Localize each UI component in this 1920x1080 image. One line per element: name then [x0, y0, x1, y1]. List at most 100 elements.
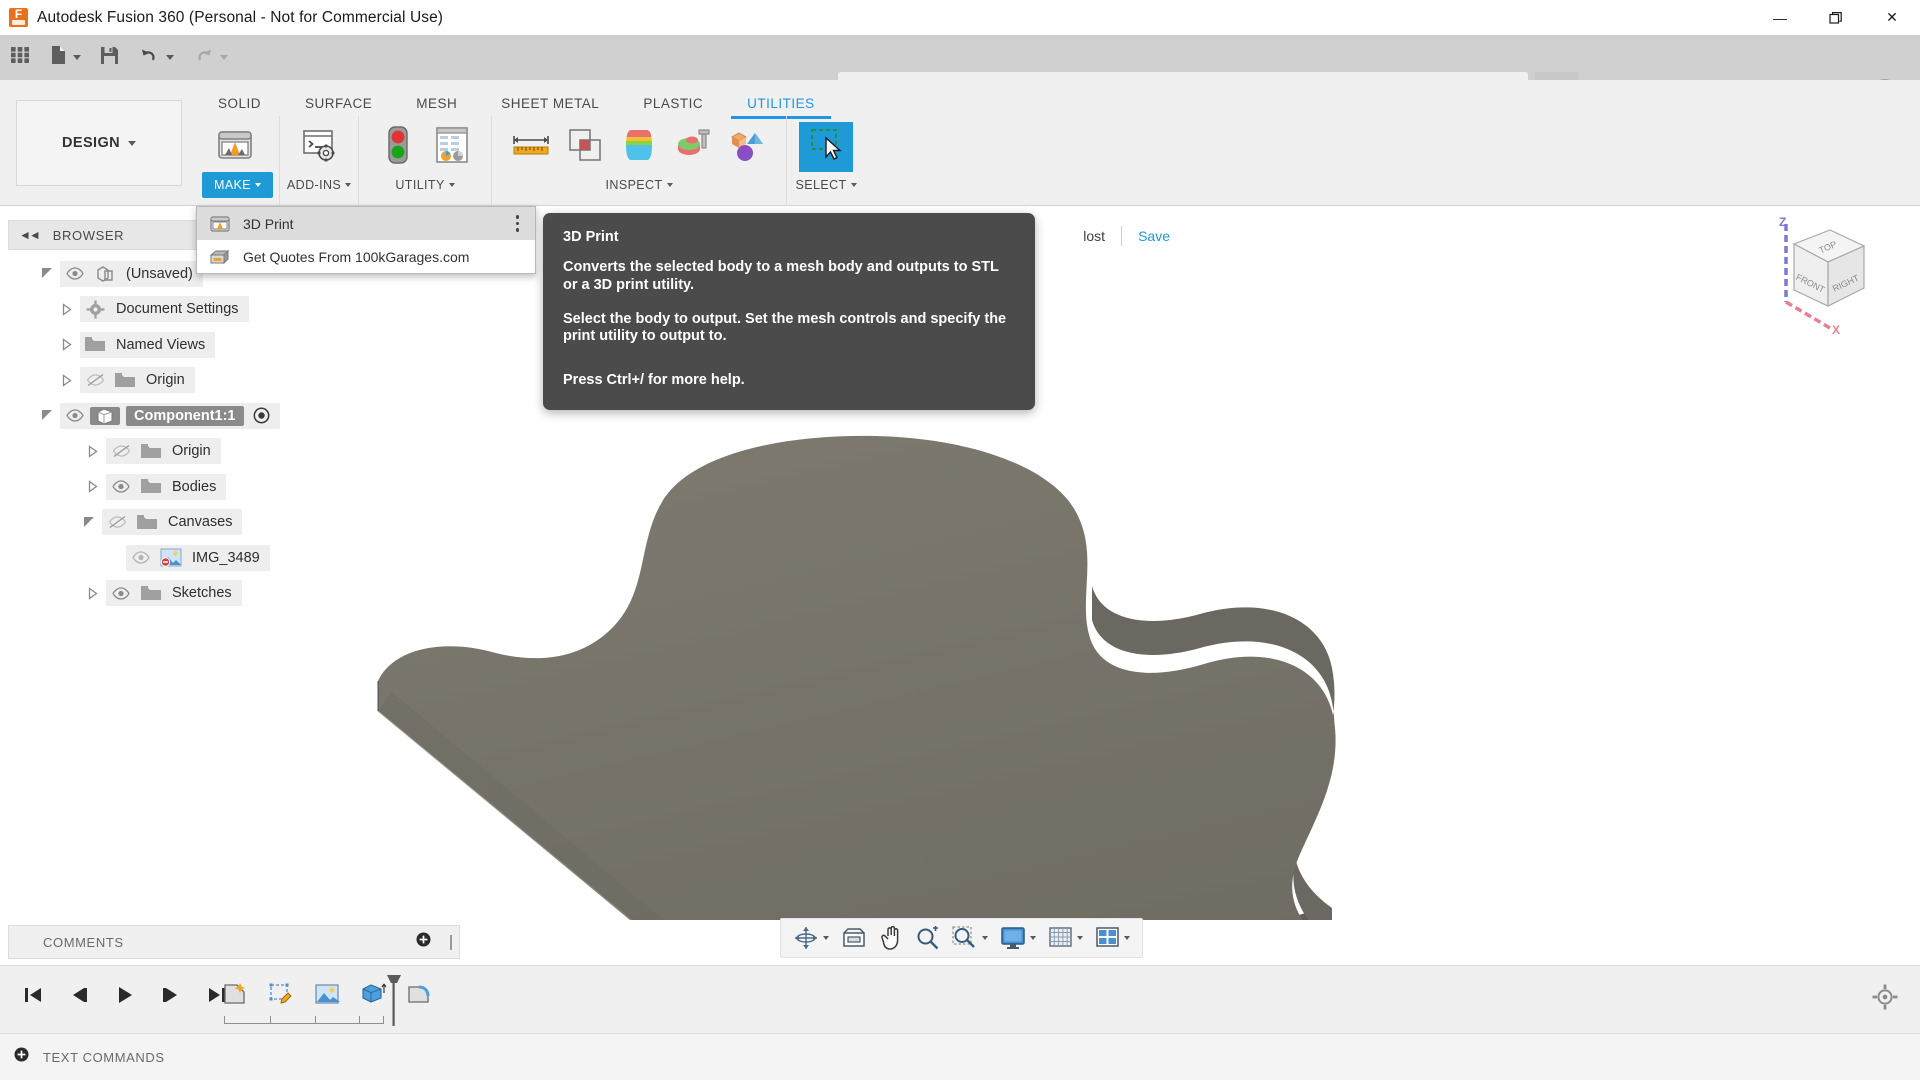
plus-circle-icon[interactable]	[14, 1047, 29, 1067]
browser-tree: (Unsaved) Document Settings Named Views …	[8, 256, 460, 611]
visibility-eye-icon[interactable]	[60, 409, 90, 422]
overflow-menu-icon[interactable]	[515, 215, 519, 235]
tree-row-document-settings[interactable]: Document Settings	[8, 292, 460, 328]
timeline-feature-canvas[interactable]	[310, 978, 344, 1010]
collapse-left-icon[interactable]: ◄◄	[19, 228, 41, 242]
save-link[interactable]: Save	[1138, 228, 1170, 244]
tree-row-origin-root[interactable]: Origin	[8, 363, 460, 399]
twisty-closed-icon[interactable]	[54, 338, 80, 352]
tree-label: (Unsaved)	[126, 265, 193, 282]
panel-title-addins[interactable]: ADD-INS	[286, 172, 352, 198]
menu-item-3d-print[interactable]: 3D Print	[197, 207, 535, 240]
tree-row-canvases[interactable]: Canvases	[8, 505, 460, 541]
visibility-eye-icon[interactable]	[106, 587, 136, 600]
tree-row-sketches[interactable]: Sketches	[8, 576, 460, 612]
file-menu-button[interactable]	[40, 35, 90, 80]
tree-label: IMG_3489	[192, 549, 260, 566]
tab-surface[interactable]: SURFACE	[283, 88, 394, 117]
look-at-button[interactable]	[835, 920, 873, 956]
interference-icon	[565, 125, 605, 170]
zoom-button[interactable]	[909, 920, 946, 956]
tree-row-named-views[interactable]: Named Views	[8, 327, 460, 363]
timeline-feature-fillet[interactable]	[402, 978, 436, 1010]
save-button[interactable]	[90, 35, 129, 80]
step-back-button[interactable]	[64, 980, 94, 1010]
timeline-end-marker[interactable]	[386, 974, 401, 1026]
twisty-open-icon[interactable]	[76, 516, 102, 529]
undo-button[interactable]	[129, 35, 183, 80]
visibility-eye-icon[interactable]	[60, 267, 90, 280]
redo-arrow-icon	[192, 45, 216, 70]
view-cube[interactable]: Z X TOP FRONT RIGHT	[1752, 215, 1882, 337]
close-button[interactable]: ✕	[1864, 0, 1920, 35]
chevron-down-icon	[345, 183, 352, 187]
menu-item-get-quotes[interactable]: Get Quotes From 100kGarages.com	[197, 240, 535, 273]
component-color-cycle-button[interactable]	[720, 122, 774, 172]
curvature-comb-button[interactable]	[612, 122, 666, 172]
interference-button[interactable]	[558, 122, 612, 172]
viewports-button[interactable]	[1089, 920, 1136, 956]
twisty-closed-icon[interactable]	[54, 373, 80, 387]
browser-title: BROWSER	[52, 227, 125, 243]
tab-sheet-metal[interactable]: SHEET METAL	[479, 88, 621, 117]
go-to-beginning-button[interactable]	[18, 980, 48, 1010]
select-window-icon	[804, 123, 848, 172]
twisty-closed-icon[interactable]	[80, 444, 106, 458]
measure-button[interactable]	[504, 122, 558, 172]
panel-addins: ADD-INS	[279, 116, 358, 206]
chevron-down-icon	[850, 183, 857, 187]
scripts-addins-button[interactable]	[292, 122, 346, 172]
pan-button[interactable]	[873, 920, 909, 956]
ribbon: DESIGN SOLID SURFACE MESH SHEET METAL PL…	[0, 80, 1920, 206]
grid-snaps-button[interactable]	[1042, 920, 1089, 956]
play-button[interactable]	[110, 980, 140, 1010]
panel-title-utility[interactable]: UTILITY	[365, 172, 485, 198]
plus-circle-icon[interactable]	[416, 932, 431, 952]
tree-row-bodies[interactable]: Bodies	[8, 469, 460, 505]
workspace-switcher[interactable]: DESIGN	[16, 100, 182, 186]
resize-grip[interactable]	[450, 934, 452, 950]
tab-solid[interactable]: SOLID	[196, 88, 283, 117]
visibility-eye-icon[interactable]	[126, 551, 156, 564]
tab-plastic[interactable]: PLASTIC	[621, 88, 725, 117]
twisty-open-icon[interactable]	[34, 267, 60, 280]
twisty-closed-icon[interactable]	[80, 586, 106, 600]
step-forward-button[interactable]	[156, 980, 186, 1010]
orbit-button[interactable]	[787, 920, 835, 956]
section-analysis-button[interactable]	[666, 122, 720, 172]
text-commands-bar[interactable]: TEXT COMMANDS	[0, 1033, 1920, 1080]
timeline-settings-button[interactable]	[1872, 984, 1898, 1015]
tree-label: Named Views	[116, 336, 206, 353]
select-window-button[interactable]	[799, 122, 854, 172]
comments-bar[interactable]: COMMENTS	[8, 925, 460, 959]
visibility-eye-hidden-icon[interactable]	[102, 515, 132, 529]
display-settings-button[interactable]	[994, 920, 1042, 956]
tree-row-origin-child[interactable]: Origin	[8, 434, 460, 470]
show-data-panel-button[interactable]	[0, 35, 40, 80]
visibility-eye-icon[interactable]	[106, 480, 136, 493]
timeline-feature-sketch[interactable]	[264, 978, 298, 1010]
measure-icon	[509, 128, 553, 167]
timeline-feature-extrude[interactable]	[356, 978, 390, 1010]
3d-print-button[interactable]	[208, 122, 262, 172]
visibility-eye-hidden-icon[interactable]	[106, 444, 136, 458]
panel-title-select[interactable]: SELECT	[793, 172, 859, 198]
tree-row-component1[interactable]: Component1:1	[8, 398, 460, 434]
panel-title-make[interactable]: MAKE	[202, 172, 274, 198]
tab-mesh[interactable]: MESH	[394, 88, 479, 117]
twisty-closed-icon[interactable]	[54, 302, 80, 316]
fit-button[interactable]	[946, 920, 994, 956]
activate-component-radio[interactable]	[253, 407, 270, 424]
redo-button[interactable]	[183, 35, 237, 80]
compute-all-button[interactable]	[371, 122, 425, 172]
minimize-button[interactable]: —	[1752, 0, 1808, 35]
tab-utilities[interactable]: UTILITIES	[725, 88, 837, 119]
twisty-closed-icon[interactable]	[80, 480, 106, 494]
panel-title-inspect[interactable]: INSPECT	[498, 172, 780, 198]
twisty-open-icon[interactable]	[34, 409, 60, 422]
timeline-feature-new-component[interactable]	[218, 978, 252, 1010]
maximize-button[interactable]	[1808, 0, 1864, 35]
manage-materials-button[interactable]	[425, 122, 479, 172]
visibility-eye-hidden-icon[interactable]	[80, 373, 110, 387]
tree-row-canvas-image[interactable]: IMG_3489	[8, 540, 460, 576]
